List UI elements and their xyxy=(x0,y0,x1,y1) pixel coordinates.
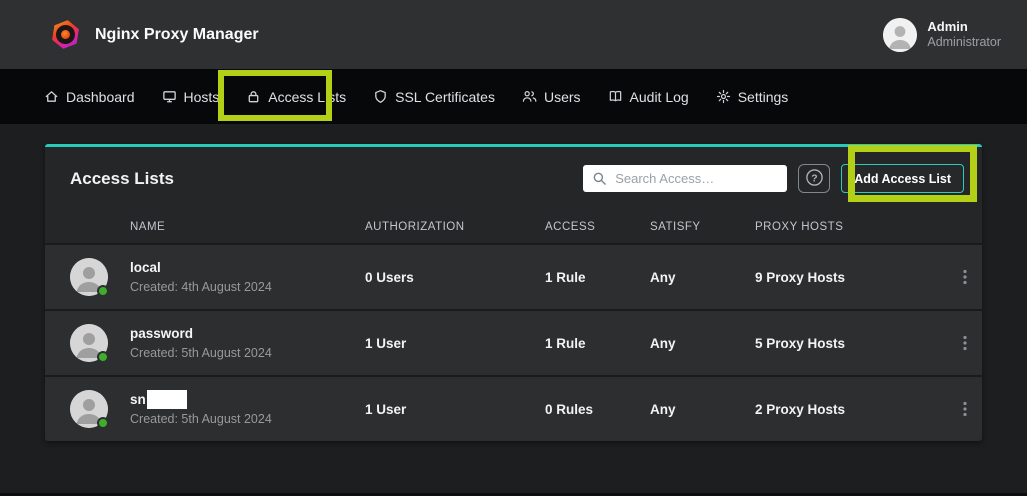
access-list-name: sn xyxy=(130,390,272,409)
search-icon xyxy=(592,171,607,191)
panel-title: Access Lists xyxy=(70,169,174,189)
search-input[interactable] xyxy=(583,165,787,192)
created-date: Created: 5th August 2024 xyxy=(130,411,272,427)
name-cell: password Created: 5th August 2024 xyxy=(45,324,365,362)
proxy-hosts-value: 2 Proxy Hosts xyxy=(755,402,945,417)
home-icon xyxy=(44,89,59,104)
access-lists-panel: Access Lists ? Add Access List NAME AUTH… xyxy=(45,144,982,441)
nav-label: SSL Certificates xyxy=(395,89,495,105)
row-menu-button[interactable] xyxy=(955,331,975,355)
nav-label: Settings xyxy=(738,89,789,105)
authorization-value: 1 User xyxy=(365,336,545,351)
access-list-name: password xyxy=(130,325,272,343)
search-box xyxy=(583,165,787,192)
redaction-box xyxy=(147,390,187,409)
nav-item-audit-log[interactable]: Audit Log xyxy=(608,89,689,105)
column-header-proxy-hosts: PROXY HOSTS xyxy=(755,221,945,233)
add-access-list-button[interactable]: Add Access List xyxy=(841,164,964,193)
authorization-value: 1 User xyxy=(365,402,545,417)
column-header-satisfy: SATISFY xyxy=(650,221,755,233)
gear-icon xyxy=(716,89,731,104)
nav-item-settings[interactable]: Settings xyxy=(716,89,789,105)
table-row: local Created: 4th August 2024 0 Users 1… xyxy=(45,243,982,309)
user-menu[interactable]: Admin Administrator xyxy=(883,18,1001,52)
row-menu-button[interactable] xyxy=(955,265,975,289)
shield-icon xyxy=(373,89,388,104)
nav-label: Access Lists xyxy=(268,89,346,105)
access-value: 1 Rule xyxy=(545,336,650,351)
created-date: Created: 4th August 2024 xyxy=(130,279,272,295)
row-menu-button[interactable] xyxy=(955,397,975,421)
column-header-name: NAME xyxy=(45,221,365,233)
app-header: Nginx Proxy Manager Admin Administrator xyxy=(0,0,1027,69)
proxy-hosts-value: 5 Proxy Hosts xyxy=(755,336,945,351)
npm-logo-icon xyxy=(50,18,81,51)
help-circle-icon: ? xyxy=(805,168,824,190)
access-value: 0 Rules xyxy=(545,402,650,417)
nav-item-ssl-certificates[interactable]: SSL Certificates xyxy=(373,89,495,105)
online-status-dot xyxy=(97,285,109,297)
online-status-dot xyxy=(97,351,109,363)
user-avatar xyxy=(883,18,917,52)
users-icon xyxy=(522,89,537,104)
panel-header: Access Lists ? Add Access List xyxy=(45,147,982,210)
online-status-dot xyxy=(97,417,109,429)
kebab-menu-icon xyxy=(963,405,967,420)
user-role: Administrator xyxy=(927,35,1001,51)
column-header-access: ACCESS xyxy=(545,221,650,233)
name-cell: sn Created: 5th August 2024 xyxy=(45,390,365,428)
kebab-menu-icon xyxy=(963,273,967,288)
column-header-authorization: AUTHORIZATION xyxy=(365,221,545,233)
nav-item-access-lists[interactable]: Access Lists xyxy=(246,89,346,105)
kebab-menu-icon xyxy=(963,339,967,354)
help-button[interactable]: ? xyxy=(798,164,830,193)
book-icon xyxy=(608,89,623,104)
app-title: Nginx Proxy Manager xyxy=(95,26,259,44)
svg-text:?: ? xyxy=(811,173,817,184)
user-name: Admin xyxy=(927,19,1001,35)
nav-item-users[interactable]: Users xyxy=(522,89,581,105)
created-date: Created: 5th August 2024 xyxy=(130,345,272,361)
proxy-hosts-value: 9 Proxy Hosts xyxy=(755,270,945,285)
satisfy-value: Any xyxy=(650,336,755,351)
access-value: 1 Rule xyxy=(545,270,650,285)
table-row: password Created: 5th August 2024 1 User… xyxy=(45,309,982,375)
authorization-value: 0 Users xyxy=(365,270,545,285)
main-nav: Dashboard Hosts Access Lists SSL Certifi… xyxy=(0,69,1027,124)
satisfy-value: Any xyxy=(650,402,755,417)
nav-label: Hosts xyxy=(184,89,220,105)
nav-label: Users xyxy=(544,89,581,105)
access-list-name: local xyxy=(130,259,272,277)
monitor-icon xyxy=(162,89,177,104)
nav-label: Dashboard xyxy=(66,89,135,105)
name-cell: local Created: 4th August 2024 xyxy=(45,258,365,296)
nav-item-hosts[interactable]: Hosts xyxy=(162,89,220,105)
table-row: sn Created: 5th August 2024 1 User 0 Rul… xyxy=(45,375,982,441)
nav-item-dashboard[interactable]: Dashboard xyxy=(44,89,135,105)
table-header: NAME AUTHORIZATION ACCESS SATISFY PROXY … xyxy=(45,210,982,243)
nav-label: Audit Log xyxy=(630,89,689,105)
satisfy-value: Any xyxy=(650,270,755,285)
lock-icon xyxy=(246,89,261,104)
